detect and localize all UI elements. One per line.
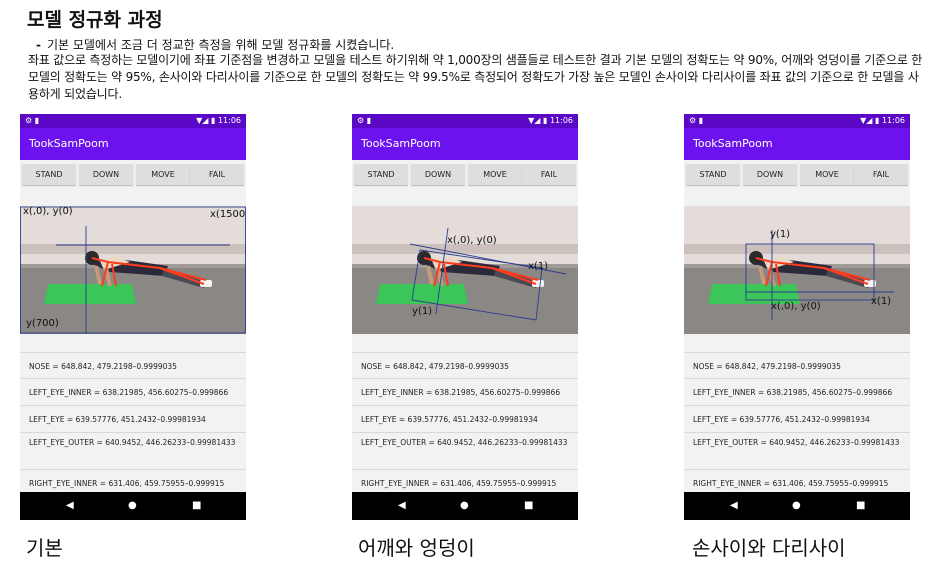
ymax-label: y(700) bbox=[26, 318, 59, 329]
origin-label: x(,0), y(0) bbox=[23, 206, 73, 217]
summary-bullet: - 기본 모델에서 조금 더 정교한 측정을 위해 모델 정규화를 시켰습니다. bbox=[36, 38, 395, 52]
caption-hand-leg: 손사이와 다리사이 bbox=[692, 536, 846, 560]
status-time: 11:06 bbox=[881, 116, 905, 125]
move-button[interactable]: MOVE bbox=[800, 164, 854, 185]
caption-basic: 기본 bbox=[26, 536, 63, 560]
stand-button[interactable]: STAND bbox=[354, 164, 408, 185]
landmark-row: LEFT_EYE_OUTER = 640.9452, 446.26233–0.9… bbox=[352, 433, 578, 470]
status-time: 11:06 bbox=[217, 116, 241, 125]
landmark-row: LEFT_EYE_OUTER = 640.9452, 446.26233–0.9… bbox=[20, 433, 246, 470]
status-left-icons: ⚙ ▮ bbox=[25, 116, 40, 125]
button-row: STAND DOWN MOVE FAIL bbox=[684, 160, 910, 190]
signal-battery-icon: ▼◢ ▮ bbox=[860, 116, 880, 125]
status-left-icons: ⚙ ▮ bbox=[357, 116, 372, 125]
landmark-list: NOSE = 648.842, 479.2198–0.9999035 LEFT_… bbox=[20, 352, 246, 497]
exercise-mat bbox=[44, 284, 136, 304]
android-nav-bar: ◀ ● ■ bbox=[352, 492, 578, 520]
status-time: 11:06 bbox=[549, 116, 573, 125]
android-nav-bar: ◀ ● ■ bbox=[20, 492, 246, 520]
app-title-bar: TookSamPoom bbox=[684, 128, 910, 160]
landmark-row: LEFT_EYE_INNER = 638.21985, 456.60275–0.… bbox=[352, 379, 578, 406]
home-icon[interactable]: ● bbox=[460, 500, 469, 511]
recents-icon[interactable]: ■ bbox=[524, 500, 533, 511]
fail-button[interactable]: FAIL bbox=[190, 164, 244, 185]
caption-shoulder-hip: 어깨와 엉덩이 bbox=[358, 536, 475, 560]
landmark-row: LEFT_EYE_INNER = 638.21985, 456.60275–0.… bbox=[20, 379, 246, 406]
x1-label: x(1) bbox=[528, 261, 549, 272]
back-icon[interactable]: ◀ bbox=[66, 500, 74, 511]
status-right: ▼◢ ▮ 11:06 bbox=[196, 116, 241, 125]
origin-label: x(,0), y(0) bbox=[447, 235, 497, 246]
landmark-list: NOSE = 648.842, 479.2198–0.9999035 LEFT_… bbox=[684, 352, 910, 497]
status-bar: ⚙ ▮ ▼◢ ▮ 11:06 bbox=[352, 114, 578, 128]
landmark-row: LEFT_EYE = 639.57776, 451.2432–0.9998193… bbox=[684, 406, 910, 433]
bullet-text: 기본 모델에서 조금 더 정교한 측정을 위해 모델 정규화를 시켰습니다. bbox=[46, 38, 395, 52]
button-row: STAND DOWN MOVE FAIL bbox=[20, 160, 246, 190]
phone-screenshot-shoulder-hip: ⚙ ▮ ▼◢ ▮ 11:06 TookSamPoom STAND DOWN MO… bbox=[352, 114, 578, 520]
y1-label: y(1) bbox=[770, 229, 791, 240]
down-button[interactable]: DOWN bbox=[79, 164, 133, 185]
home-icon[interactable]: ● bbox=[792, 500, 801, 511]
x1-label: x(1) bbox=[871, 296, 892, 307]
back-icon[interactable]: ◀ bbox=[398, 500, 406, 511]
phone-screenshot-basic: ⚙ ▮ ▼◢ ▮ 11:06 TookSamPoom STAND DOWN MO… bbox=[20, 114, 246, 520]
app-title-bar: TookSamPoom bbox=[20, 128, 246, 160]
description-paragraph: 좌표 값으로 측정하는 모델이기에 좌표 기준점을 변경하고 모델을 테스트 하… bbox=[28, 53, 923, 101]
stand-button[interactable]: STAND bbox=[686, 164, 740, 185]
move-button[interactable]: MOVE bbox=[136, 164, 190, 185]
move-button[interactable]: MOVE bbox=[468, 164, 522, 185]
landmark-row: LEFT_EYE = 639.57776, 451.2432–0.9998193… bbox=[352, 406, 578, 433]
home-icon[interactable]: ● bbox=[128, 500, 137, 511]
button-row: STAND DOWN MOVE FAIL bbox=[352, 160, 578, 190]
status-right: ▼◢ ▮ 11:06 bbox=[528, 116, 573, 125]
back-icon[interactable]: ◀ bbox=[730, 500, 738, 511]
origin-label: x(,0), y(0) bbox=[771, 301, 821, 312]
signal-battery-icon: ▼◢ ▮ bbox=[196, 116, 216, 125]
recents-icon[interactable]: ■ bbox=[192, 500, 201, 511]
down-button[interactable]: DOWN bbox=[743, 164, 797, 185]
status-bar: ⚙ ▮ ▼◢ ▮ 11:06 bbox=[20, 114, 246, 128]
status-right: ▼◢ ▮ 11:06 bbox=[860, 116, 905, 125]
landmark-row: NOSE = 648.842, 479.2198–0.9999035 bbox=[20, 352, 246, 379]
recents-icon[interactable]: ■ bbox=[856, 500, 865, 511]
phone-screenshot-hand-leg: ⚙ ▮ ▼◢ ▮ 11:06 TookSamPoom STAND DOWN MO… bbox=[684, 114, 910, 520]
y1-label: y(1) bbox=[412, 306, 433, 317]
fail-button[interactable]: FAIL bbox=[854, 164, 908, 185]
app-title-bar: TookSamPoom bbox=[352, 128, 578, 160]
landmark-list: NOSE = 648.842, 479.2198–0.9999035 LEFT_… bbox=[352, 352, 578, 497]
landmark-row: NOSE = 648.842, 479.2198–0.9999035 bbox=[684, 352, 910, 379]
landmark-row: NOSE = 648.842, 479.2198–0.9999035 bbox=[352, 352, 578, 379]
stand-button[interactable]: STAND bbox=[22, 164, 76, 185]
pose-photo: x(,0), y(0) x(1) y(1) bbox=[352, 206, 578, 334]
fail-button[interactable]: FAIL bbox=[522, 164, 576, 185]
pose-photo: x(,0), y(0) x(1500) y(700) bbox=[20, 206, 246, 334]
page-title: 모델 정규화 과정 bbox=[27, 9, 163, 31]
xmax-label: x(1500) bbox=[210, 209, 246, 220]
pose-scene bbox=[20, 206, 246, 334]
status-left-icons: ⚙ ▮ bbox=[689, 116, 704, 125]
landmark-row: LEFT_EYE_OUTER = 640.9452, 446.26233–0.9… bbox=[684, 433, 910, 470]
pose-photo: y(1) x(1) x(,0), y(0) bbox=[684, 206, 910, 334]
landmark-row: LEFT_EYE_INNER = 638.21985, 456.60275–0.… bbox=[684, 379, 910, 406]
pose-scene bbox=[684, 206, 910, 334]
android-nav-bar: ◀ ● ■ bbox=[684, 492, 910, 520]
signal-battery-icon: ▼◢ ▮ bbox=[528, 116, 548, 125]
down-button[interactable]: DOWN bbox=[411, 164, 465, 185]
exercise-mat bbox=[376, 284, 468, 304]
status-bar: ⚙ ▮ ▼◢ ▮ 11:06 bbox=[684, 114, 910, 128]
landmark-row: LEFT_EYE = 639.57776, 451.2432–0.9998193… bbox=[20, 406, 246, 433]
